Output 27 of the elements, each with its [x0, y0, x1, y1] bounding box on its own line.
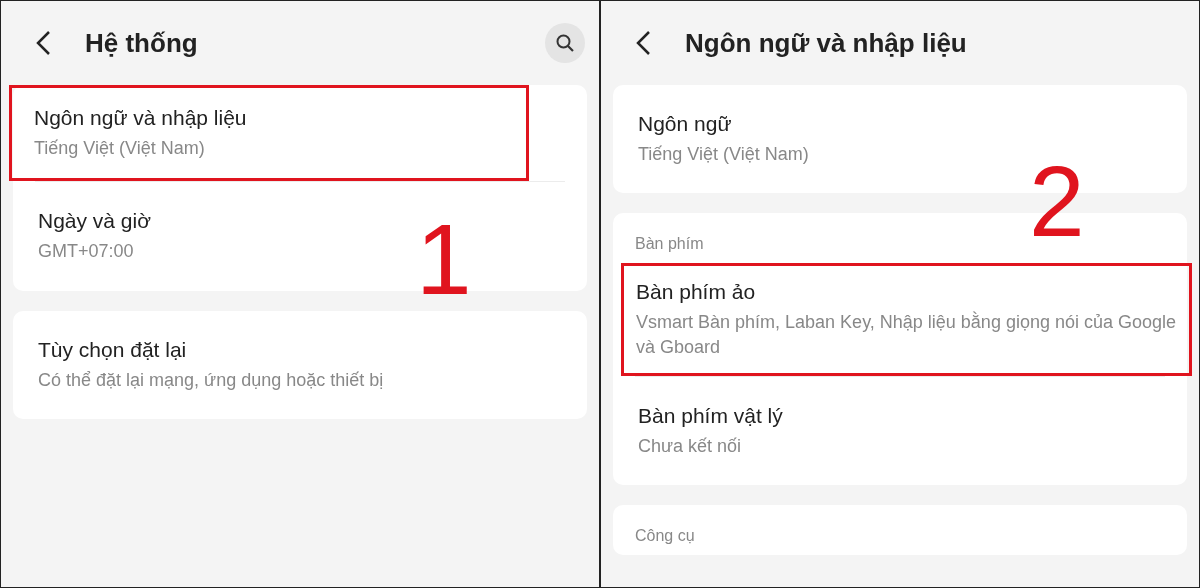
step-number: 2 [1029, 151, 1085, 251]
section-header: Bàn phím [634, 234, 705, 255]
item-title: Bàn phím ảo [636, 280, 757, 305]
item-title: Ngôn ngữ và nhập liệu [34, 106, 248, 130]
item-subtitle: Chưa kết nối [638, 434, 743, 458]
item-title: Bàn phím vật lý [638, 403, 783, 428]
settings-item[interactable]: Ngày và giờ GMT+07:00 [13, 182, 176, 291]
item-subtitle: Tiếng Việt (Việt Nam) [638, 143, 809, 166]
item-subtitle: GMT+07:00 [38, 240, 135, 264]
item-title: Tùy chọn đặt lại [38, 337, 188, 362]
settings-item[interactable]: Ngôn ngữ Tiếng Việt (Việt Nam) [613, 85, 834, 194]
settings-item[interactable]: Tùy chọn đặt lại Có thể đặt lại mạng, ứng dụng hoặc thiết bị [13, 310, 409, 419]
item-title: Ngày và giờ [38, 209, 151, 234]
item-subtitle: Có thể đặt lại mạng, ứng dụng hoặc thiết bị [38, 368, 384, 392]
screen-title: Ngôn ngữ và nhập liệu [685, 27, 968, 59]
search-icon[interactable] [545, 23, 585, 63]
settings-item[interactable]: Bàn phím vật lý Chưa kết nối [613, 376, 808, 486]
step-number: 1 [416, 209, 472, 309]
back-icon[interactable] [35, 30, 51, 56]
item-subtitle: Tiếng Việt (Việt Nam) [34, 137, 206, 160]
item-title: Ngôn ngữ [638, 112, 733, 136]
back-icon[interactable] [635, 30, 651, 56]
item-subtitle: Vsmart Bàn phím, Laban Key, Nhập liệu bằng giọng nói của Google và Gboard [636, 310, 1177, 359]
screen-title: Hệ thống [85, 27, 199, 59]
settings-item[interactable]: Ngôn ngữ và nhập liệu Tiếng Việt (Việt Nam) [9, 85, 529, 182]
settings-item[interactable]: Bàn phím ảo Vsmart Bàn phím, Laban Key, Nhập liệu bằng giọng nói của Google và Gboard [621, 263, 1192, 376]
section-header: Công cụ [634, 526, 696, 547]
